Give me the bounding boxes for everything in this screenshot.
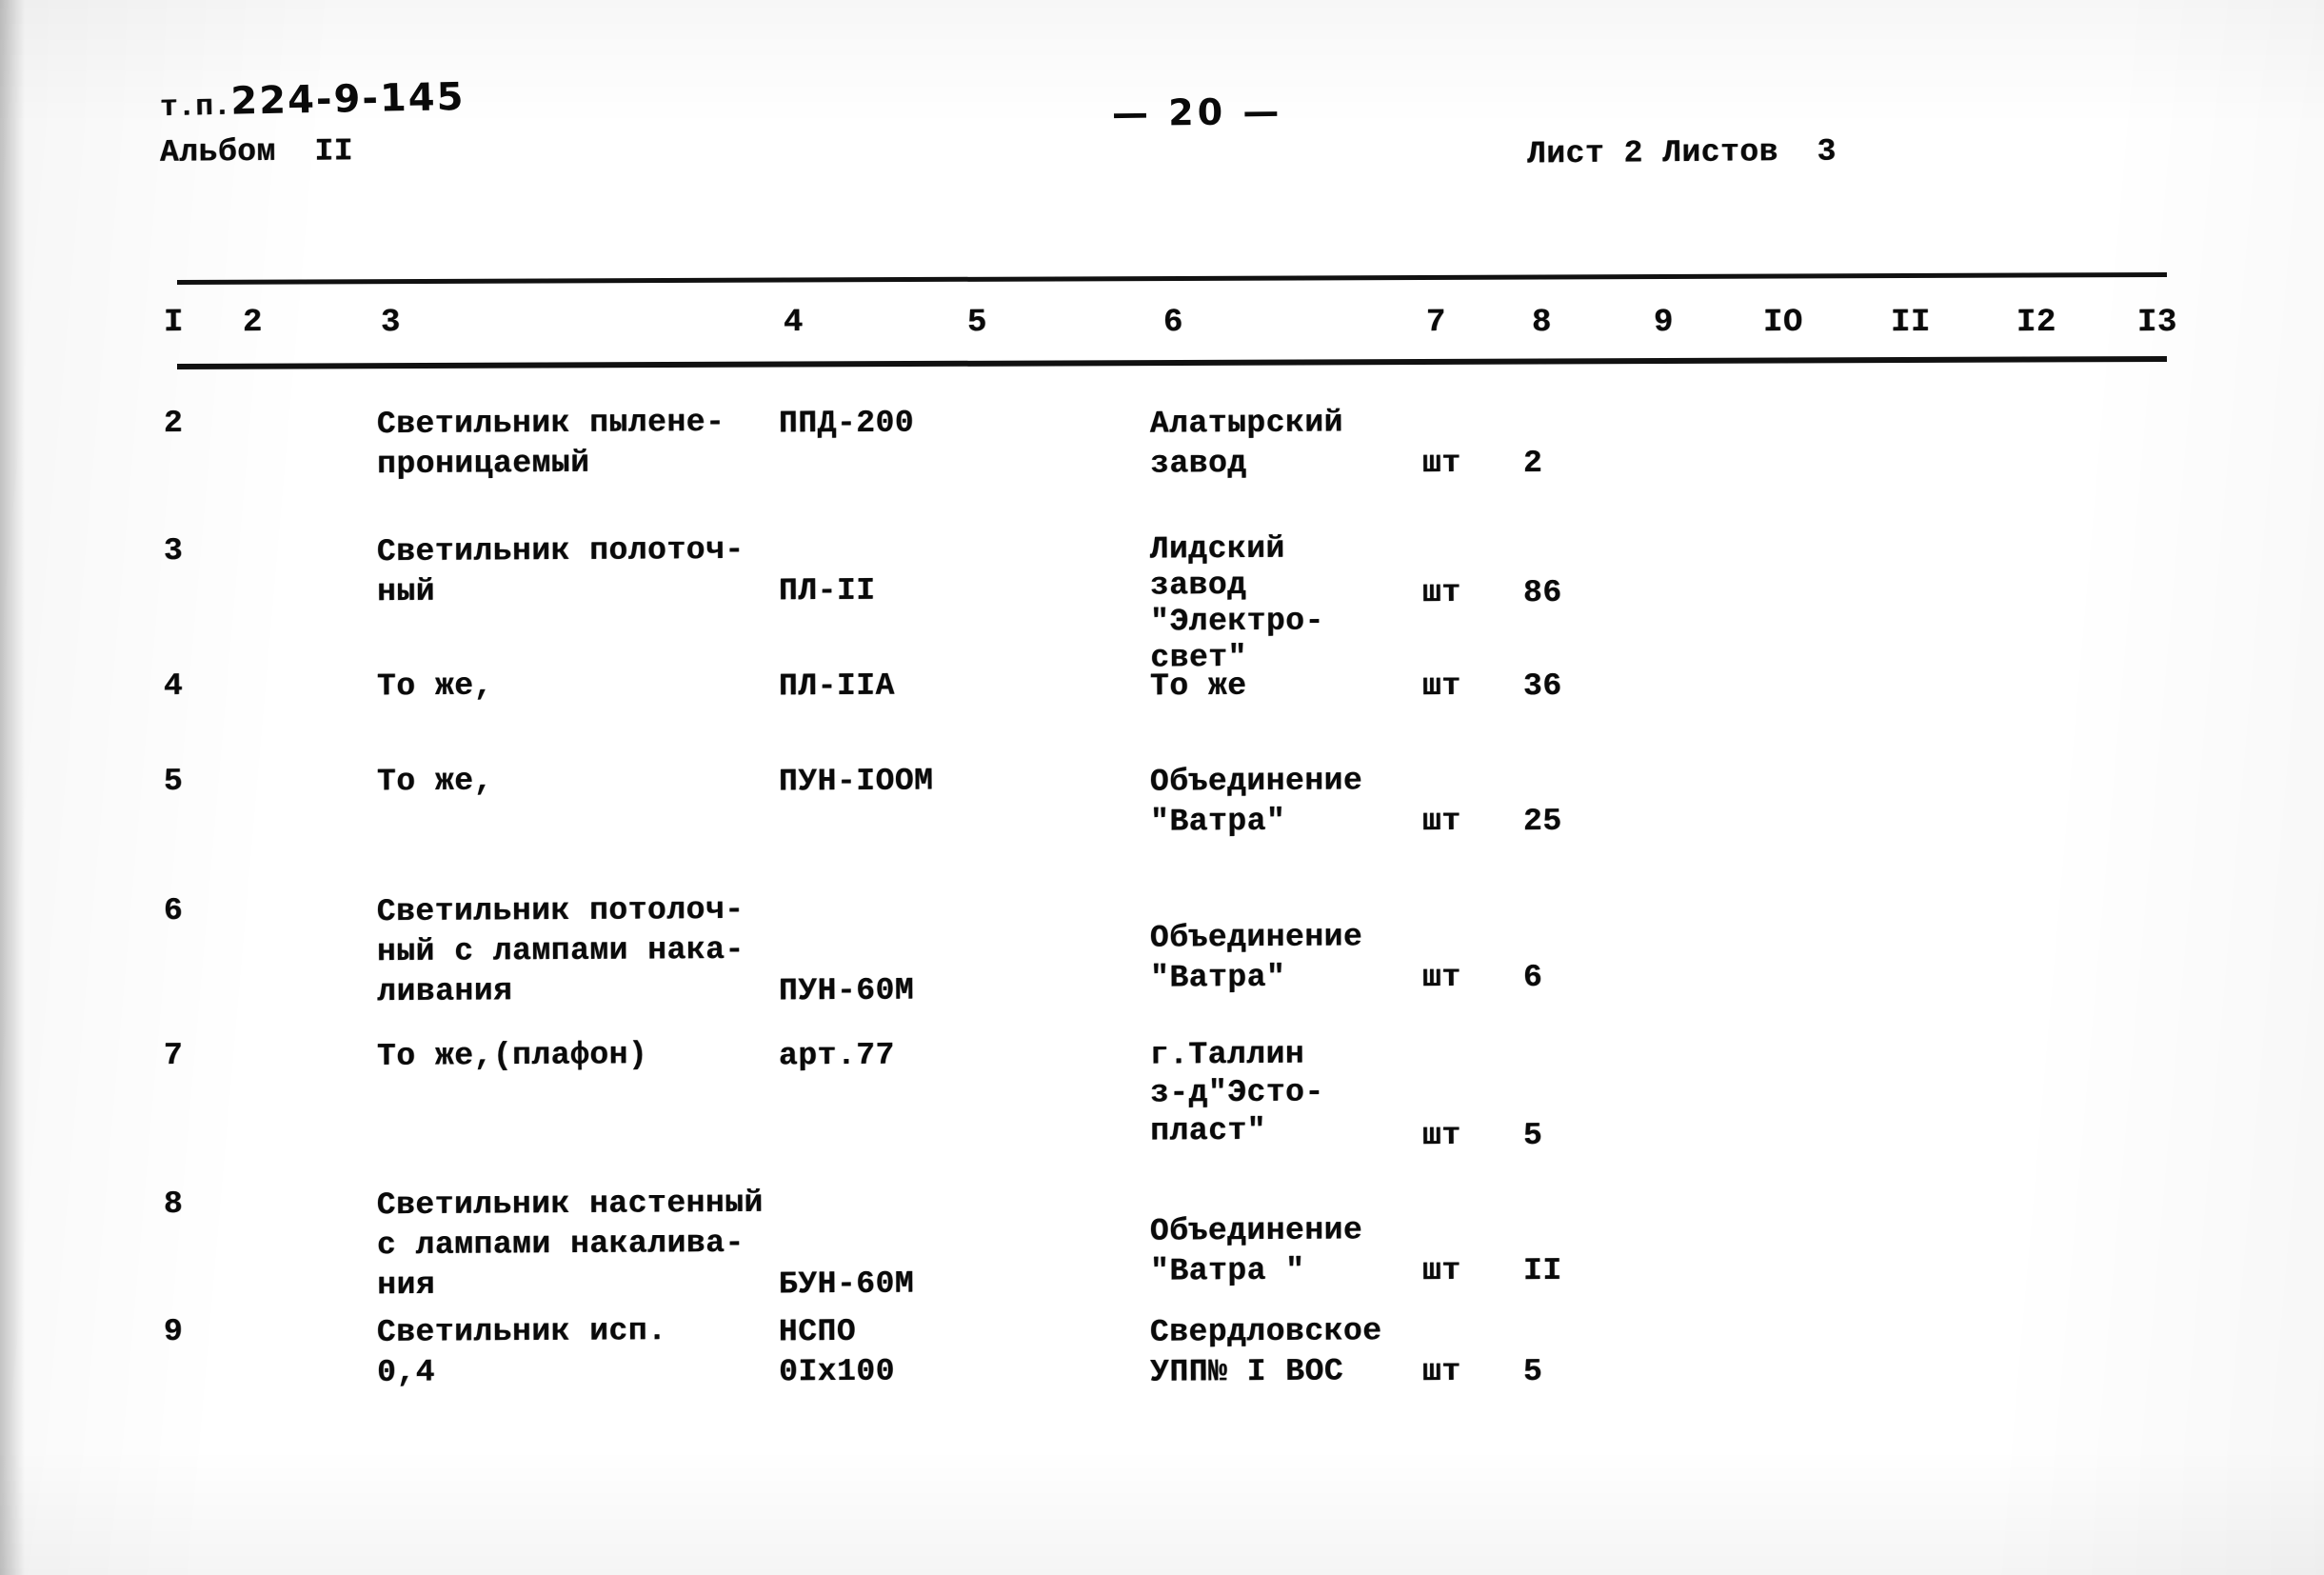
column-number-5: 5 xyxy=(966,304,988,342)
row-number: 5 xyxy=(163,763,184,800)
row-item-name: Светильник пылене- проницаемый xyxy=(376,404,725,483)
row-unit: шт xyxy=(1421,959,1461,996)
row-unit: шт xyxy=(1421,1353,1461,1390)
row-manufacturer: г.Таллин з-д"Эсто- пласт" xyxy=(1149,1036,1324,1149)
row-item-name: То же, xyxy=(376,763,493,800)
row-manufacturer: Лидский завод "Электро- свет" xyxy=(1149,530,1324,676)
row-quantity: 5 xyxy=(1522,1117,1543,1154)
row-item-name: То же, xyxy=(376,668,493,705)
row-quantity: 86 xyxy=(1522,574,1562,611)
row-number: 9 xyxy=(163,1313,184,1350)
row-number: 3 xyxy=(163,532,184,569)
row-item-name: То же,(плафон) xyxy=(376,1037,648,1074)
column-number-6: 6 xyxy=(1162,304,1184,342)
row-number: 8 xyxy=(163,1186,184,1223)
column-number-13: I3 xyxy=(2136,304,2177,342)
row-number: 7 xyxy=(163,1037,184,1074)
row-unit: шт xyxy=(1421,803,1461,840)
scanned-document-page: т.п.224-9-145 Альбом II — 20 — Лист 2 Ли… xyxy=(0,0,2324,1575)
row-item-type: ПЛ-II xyxy=(778,572,876,609)
row-item-name: Светильник исп. 0,4 xyxy=(376,1313,667,1390)
row-item-type: арт.77 xyxy=(778,1037,895,1074)
table-rule-bottom xyxy=(176,355,2167,369)
row-item-name: Светильник потолоч- ный с лампами нака- … xyxy=(376,891,745,1010)
row-quantity: 2 xyxy=(1522,445,1543,482)
row-unit: шт xyxy=(1421,445,1461,482)
row-manufacturer: Свердловское УПП№ I ВОС xyxy=(1149,1313,1382,1390)
row-number: 6 xyxy=(163,892,184,929)
column-number-1: I xyxy=(163,304,185,342)
row-item-type: БУН-60М xyxy=(778,1266,915,1303)
column-number-3: 3 xyxy=(380,304,402,342)
row-unit: шт xyxy=(1421,668,1461,705)
column-number-8: 8 xyxy=(1531,304,1553,342)
row-unit: шт xyxy=(1421,574,1461,611)
row-quantity: 25 xyxy=(1522,803,1562,840)
row-manufacturer: Объединение "Ватра" xyxy=(1149,763,1363,840)
row-item-type: ППД-200 xyxy=(778,405,915,442)
column-number-10: IO xyxy=(1762,304,1803,342)
column-number-9: 9 xyxy=(1653,304,1675,342)
row-item-type: НСПО 0Iх100 xyxy=(778,1313,896,1390)
row-number: 4 xyxy=(163,668,184,705)
row-manufacturer: То же xyxy=(1149,668,1247,705)
row-manufacturer: Алатырский завод xyxy=(1149,405,1344,482)
row-quantity: 6 xyxy=(1522,959,1543,996)
row-item-type: ПУН-IOOM xyxy=(778,763,934,800)
row-quantity: 5 xyxy=(1522,1353,1543,1390)
row-item-name: Светильник полоточ- ный xyxy=(376,531,745,610)
row-quantity: 36 xyxy=(1522,668,1562,705)
row-item-type: ПУН-60М xyxy=(778,972,915,1009)
column-number-4: 4 xyxy=(783,304,804,342)
column-number-12: I2 xyxy=(2016,304,2056,342)
row-number: 2 xyxy=(163,405,184,442)
row-unit: шт xyxy=(1421,1117,1461,1154)
column-number-2: 2 xyxy=(242,304,264,342)
row-item-name: Светильник настенный с лампами накалива-… xyxy=(376,1185,764,1304)
table-rule-top xyxy=(176,271,2167,285)
column-number-7: 7 xyxy=(1425,304,1447,342)
row-manufacturer: Объединение "Ватра" xyxy=(1149,919,1363,996)
row-manufacturer: Объединение "Ватра " xyxy=(1149,1212,1363,1289)
row-unit: шт xyxy=(1421,1252,1461,1289)
row-item-type: ПЛ-IIA xyxy=(778,668,895,705)
row-quantity: II xyxy=(1522,1252,1562,1289)
column-number-11: II xyxy=(1890,304,1931,342)
specification-table: I 2 3 4 5 6 7 8 9 IO II I2 I3 2 Светильн… xyxy=(0,0,2324,1575)
